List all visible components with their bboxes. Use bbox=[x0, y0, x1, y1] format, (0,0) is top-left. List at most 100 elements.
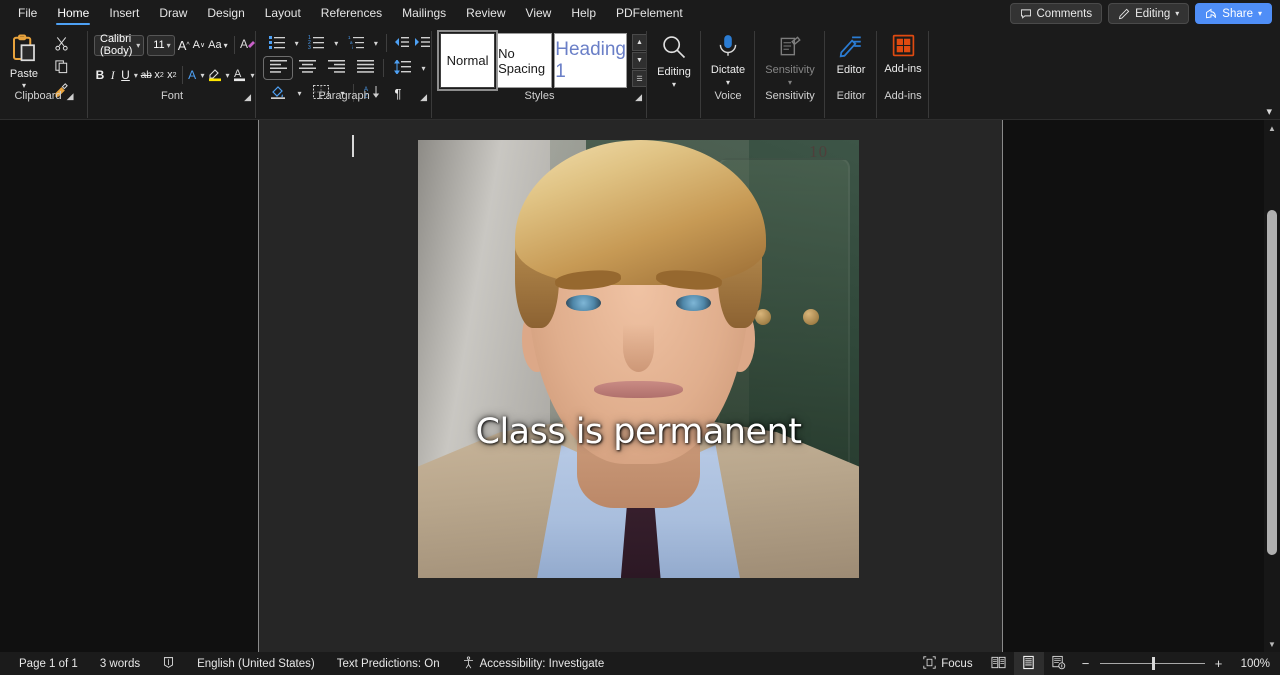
highlight-options-button[interactable]: ▾ bbox=[224, 64, 231, 86]
tab-layout[interactable]: Layout bbox=[255, 0, 311, 27]
strikethrough-button[interactable]: ab bbox=[140, 64, 152, 86]
bullets-options-button[interactable]: ▾ bbox=[291, 32, 303, 54]
justify-button[interactable] bbox=[351, 57, 379, 79]
tab-file[interactable]: File bbox=[8, 0, 47, 27]
shrink-font-button[interactable]: A ∨ bbox=[193, 34, 205, 56]
editing-button-label: Editing bbox=[657, 66, 691, 78]
scroll-up-arrow-icon[interactable]: ▲ bbox=[1264, 120, 1280, 136]
font-size-combo[interactable]: 11 ▾ bbox=[147, 34, 175, 56]
underline-options-button[interactable]: ▾ bbox=[132, 64, 139, 86]
multilevel-list-button[interactable]: 1ai bbox=[343, 32, 369, 54]
dialog-launcher-icon[interactable]: ◢ bbox=[67, 91, 74, 102]
editing-button[interactable]: Editing ▾ bbox=[647, 27, 701, 99]
tab-mailings[interactable]: Mailings bbox=[392, 0, 456, 27]
align-right-icon bbox=[327, 60, 345, 76]
editing-mode-button[interactable]: Editing ▾ bbox=[1108, 3, 1190, 24]
styles-scroll-down-button[interactable]: ▼ bbox=[632, 52, 647, 69]
scroll-down-arrow-icon[interactable]: ▼ bbox=[1264, 636, 1280, 652]
style-normal-label: Normal bbox=[446, 53, 489, 68]
styles-more-button[interactable]: ☰ bbox=[632, 70, 647, 87]
zoom-level[interactable]: 100% bbox=[1231, 658, 1270, 670]
proofing-status[interactable] bbox=[151, 652, 186, 675]
collapse-ribbon-button[interactable]: ▾ bbox=[1266, 105, 1272, 118]
language-indicator[interactable]: English (United States) bbox=[186, 652, 326, 675]
style-no-spacing[interactable]: No Spacing bbox=[497, 33, 553, 88]
print-layout-button[interactable] bbox=[1013, 652, 1044, 675]
copy-button[interactable] bbox=[48, 57, 74, 79]
decrease-indent-button[interactable] bbox=[391, 32, 411, 54]
tab-design[interactable]: Design bbox=[197, 0, 254, 27]
increase-indent-button[interactable] bbox=[412, 32, 432, 54]
text-predictions-indicator[interactable]: Text Predictions: On bbox=[326, 652, 451, 675]
font-color-button[interactable]: A bbox=[232, 64, 248, 86]
align-left-button[interactable] bbox=[263, 56, 293, 80]
text-effects-button[interactable]: A bbox=[186, 64, 198, 86]
tab-pdfelement[interactable]: PDFelement bbox=[606, 0, 693, 27]
style-normal[interactable]: Normal bbox=[436, 30, 499, 91]
tab-draw[interactable]: Draw bbox=[149, 0, 197, 27]
cut-icon bbox=[54, 36, 69, 54]
share-button[interactable]: Share ▾ bbox=[1195, 3, 1272, 24]
word-count[interactable]: 3 words bbox=[89, 652, 151, 675]
superscript-button[interactable]: x2 bbox=[166, 64, 178, 86]
subscript-button[interactable]: x2 bbox=[153, 64, 165, 86]
scrollbar-thumb[interactable] bbox=[1267, 210, 1277, 555]
ribbon: Paste ▾ Clipboard ◢ Calibri (Body) ▾ 11 … bbox=[0, 27, 1280, 120]
text-effects-options-button[interactable]: ▾ bbox=[199, 64, 206, 86]
align-right-button[interactable] bbox=[322, 57, 350, 79]
underline-button[interactable]: U bbox=[120, 64, 132, 86]
tab-help[interactable]: Help bbox=[561, 0, 606, 27]
dialog-launcher-icon[interactable]: ◢ bbox=[244, 92, 251, 103]
tab-view[interactable]: View bbox=[516, 0, 562, 27]
zoom-in-button[interactable]: + bbox=[1213, 656, 1225, 671]
cut-button[interactable] bbox=[48, 34, 74, 56]
line-spacing-button[interactable] bbox=[388, 57, 416, 79]
multilevel-list-options-button[interactable]: ▾ bbox=[370, 32, 382, 54]
dialog-launcher-icon[interactable]: ◢ bbox=[420, 92, 427, 103]
comments-button[interactable]: Comments bbox=[1009, 3, 1103, 24]
photo-mouth bbox=[594, 380, 683, 399]
sensitivity-button-label: Sensitivity bbox=[765, 64, 815, 76]
zoom-track[interactable] bbox=[1099, 657, 1205, 670]
italic-button[interactable]: I bbox=[107, 64, 119, 86]
clipboard-label: Clipboard bbox=[14, 90, 62, 102]
change-case-button[interactable]: Aa ▾ bbox=[208, 34, 227, 56]
bullets-button[interactable] bbox=[264, 32, 290, 54]
bold-button[interactable]: B bbox=[94, 64, 106, 86]
zoom-slider[interactable]: − + bbox=[1074, 656, 1231, 671]
tab-references[interactable]: References bbox=[311, 0, 392, 27]
font-name-combo[interactable]: Calibri (Body) ▾ bbox=[94, 33, 145, 57]
tab-review[interactable]: Review bbox=[456, 0, 515, 27]
style-heading-1[interactable]: Heading 1 bbox=[554, 33, 627, 88]
document-area: 10 Class is permanent bbox=[0, 120, 1280, 652]
dialog-launcher-icon[interactable]: ◢ bbox=[635, 92, 642, 103]
ribbon-group-clipboard: Paste ▾ Clipboard ◢ bbox=[0, 27, 88, 118]
vertical-scrollbar[interactable]: ▲ ▼ bbox=[1264, 120, 1280, 652]
document-page[interactable]: 10 Class is permanent bbox=[258, 120, 1003, 652]
styles-scroll-up-button[interactable]: ▲ bbox=[632, 34, 647, 51]
align-center-icon bbox=[298, 60, 316, 76]
zoom-out-button[interactable]: − bbox=[1080, 656, 1092, 671]
shrink-font-icon: A bbox=[192, 39, 200, 51]
svg-text:3: 3 bbox=[308, 45, 311, 49]
grow-font-button[interactable]: A ^ bbox=[178, 34, 190, 56]
zoom-thumb[interactable] bbox=[1151, 657, 1155, 670]
chevron-down-icon: ▾ bbox=[1257, 9, 1262, 18]
clear-formatting-button[interactable]: A bbox=[240, 34, 256, 56]
tab-home[interactable]: Home bbox=[47, 0, 99, 27]
highlight-button[interactable] bbox=[207, 64, 223, 86]
tab-insert[interactable]: Insert bbox=[99, 0, 149, 27]
status-bar: Page 1 of 1 3 words English (United Stat… bbox=[0, 652, 1280, 675]
align-center-button[interactable] bbox=[293, 57, 321, 79]
inserted-image[interactable]: 10 Class is permanent bbox=[418, 140, 859, 578]
line-spacing-options-button[interactable]: ▾ bbox=[417, 57, 430, 79]
read-mode-button[interactable] bbox=[984, 652, 1014, 675]
numbering-options-button[interactable]: ▾ bbox=[330, 32, 342, 54]
editing-mode-label: Editing bbox=[1135, 7, 1171, 20]
accessibility-indicator[interactable]: Accessibility: Investigate bbox=[451, 652, 616, 675]
chevron-down-icon: ▾ bbox=[671, 80, 676, 89]
web-layout-button[interactable] bbox=[1044, 652, 1074, 675]
page-indicator[interactable]: Page 1 of 1 bbox=[8, 652, 89, 675]
numbering-button[interactable]: 123 bbox=[304, 32, 330, 54]
focus-button[interactable]: Focus bbox=[912, 652, 983, 675]
